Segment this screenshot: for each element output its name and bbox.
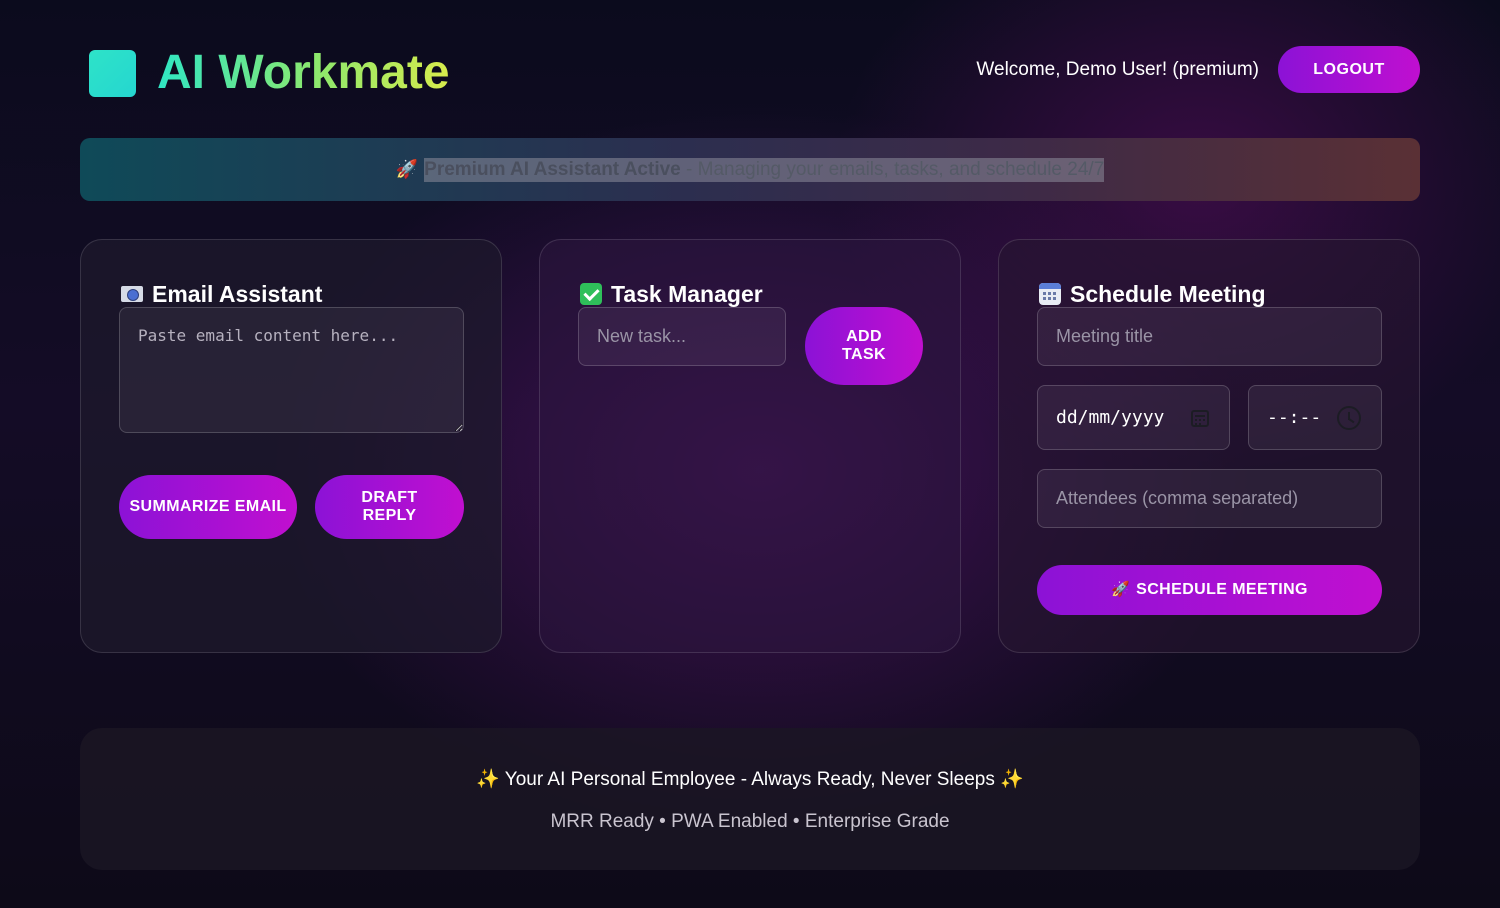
email-icon: [121, 286, 143, 302]
banner-strong-text: Premium AI Assistant Active: [424, 158, 681, 180]
attendees-input[interactable]: [1037, 469, 1382, 528]
date-placeholder: dd/mm/yyyy: [1056, 407, 1165, 428]
calendar-icon: [1039, 283, 1061, 305]
premium-banner: 🚀 Premium AI Assistant Active - Managing…: [80, 138, 1420, 201]
date-picker-icon[interactable]: [1191, 410, 1209, 427]
footer-tagline: ✨ Your AI Personal Employee - Always Rea…: [80, 768, 1420, 792]
footer-tagline-text: Your AI Personal Employee - Always Ready…: [499, 769, 1001, 790]
footer-features: MRR Ready • PWA Enabled • Enterprise Gra…: [550, 811, 950, 832]
meeting-title-input[interactable]: [1037, 307, 1382, 366]
email-assistant-card: Email Assistant SUMMARIZE EMAIL DRAFT RE…: [80, 239, 502, 653]
email-assistant-title-text: Email Assistant: [152, 281, 323, 307]
rocket-icon: 🚀: [1111, 581, 1131, 598]
rocket-icon: 🚀: [395, 159, 419, 179]
meeting-date-input[interactable]: dd/mm/yyyy: [1037, 385, 1230, 450]
summarize-email-button[interactable]: SUMMARIZE EMAIL: [119, 475, 297, 539]
schedule-meeting-label: SCHEDULE MEETING: [1136, 581, 1308, 598]
header: AI Workmate Welcome, Demo User! (premium…: [80, 40, 1420, 104]
schedule-meeting-title-text: Schedule Meeting: [1070, 281, 1266, 307]
sparkles-icon: ✨: [476, 769, 500, 790]
schedule-meeting-button[interactable]: 🚀 SCHEDULE MEETING: [1037, 565, 1382, 615]
email-assistant-title: Email Assistant: [121, 280, 322, 308]
check-icon: [580, 283, 602, 305]
clock-icon[interactable]: [1337, 406, 1361, 430]
schedule-meeting-card: Schedule Meeting dd/mm/yyyy --:-- 🚀 SCHED…: [998, 239, 1420, 653]
task-manager-card: Task Manager ADD TASK: [539, 239, 961, 653]
logout-button[interactable]: LOGOUT: [1278, 46, 1420, 93]
schedule-meeting-title: Schedule Meeting: [1039, 280, 1266, 308]
task-manager-title: Task Manager: [580, 280, 763, 308]
welcome-text: Welcome, Demo User! (premium): [976, 59, 1259, 80]
app-title: AI Workmate: [157, 44, 450, 102]
meeting-time-input[interactable]: --:--: [1248, 385, 1382, 450]
draft-reply-button[interactable]: DRAFT REPLY: [315, 475, 464, 539]
sparkles-icon: ✨: [1000, 769, 1024, 790]
logo-icon: [89, 50, 136, 97]
banner-rest-text: - Managing your emails, tasks, and sched…: [680, 158, 1105, 180]
add-task-button[interactable]: ADD TASK: [805, 307, 923, 385]
time-placeholder: --:--: [1267, 407, 1322, 428]
footer: ✨ Your AI Personal Employee - Always Rea…: [80, 728, 1420, 870]
email-content-textarea[interactable]: [119, 307, 464, 433]
banner-text: Premium AI Assistant Active - Managing y…: [424, 157, 1105, 182]
new-task-input[interactable]: [578, 307, 786, 366]
task-manager-title-text: Task Manager: [611, 281, 763, 307]
